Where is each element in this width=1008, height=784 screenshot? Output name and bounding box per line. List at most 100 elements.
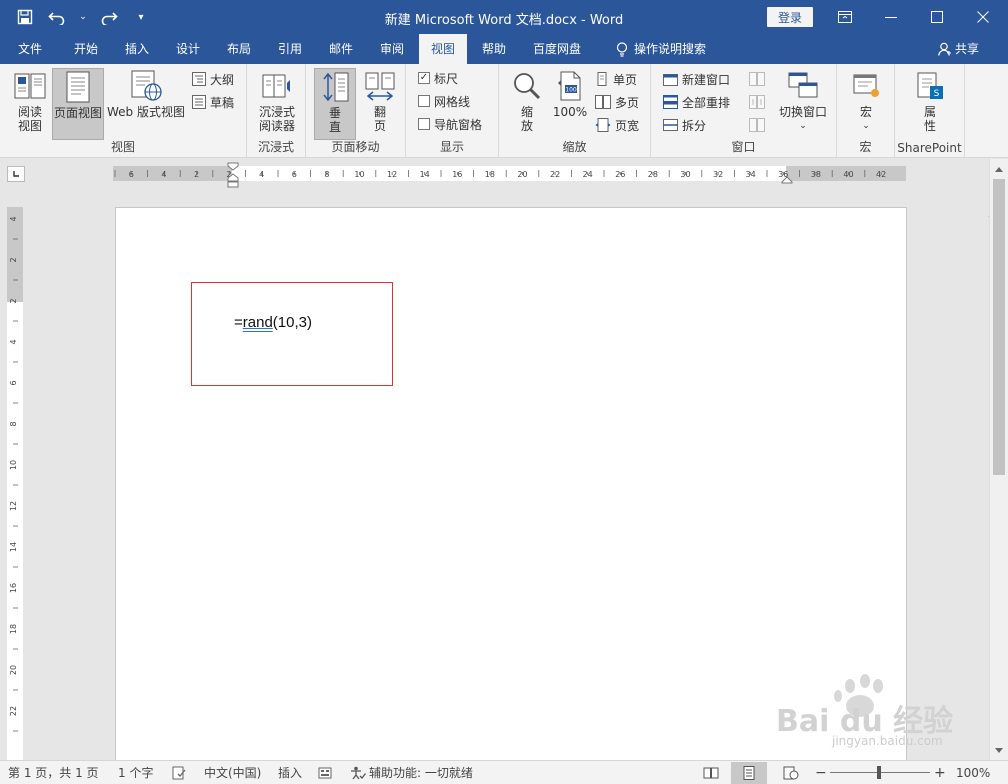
switch-windows-button[interactable]: 切换窗口 ⌄ [775, 68, 831, 138]
tab-selector[interactable] [7, 166, 25, 182]
close-icon[interactable] [960, 0, 1006, 34]
multiple-pages-button[interactable]: 多页 [595, 93, 639, 111]
reset-window-position-icon[interactable] [749, 118, 765, 135]
first-line-indent-marker[interactable] [227, 162, 239, 191]
word-count[interactable]: 1 个字 [118, 765, 153, 781]
document-text-line[interactable]: =rand(10,3) [234, 314, 312, 331]
split-button[interactable]: 拆分 [663, 116, 706, 134]
vertical-ruler[interactable]: 4 2 2 4 6 8 10 12 14 16 18 20 22 [7, 207, 23, 760]
one-page-button[interactable]: 单页 [595, 70, 637, 88]
person-icon [938, 42, 951, 56]
navigation-pane-checkbox[interactable]: 导航窗格 [418, 115, 482, 133]
outline-button[interactable]: 大纲 [192, 70, 234, 88]
web-layout-status-icon[interactable] [783, 765, 799, 781]
undo-icon[interactable] [46, 6, 68, 28]
tab-mailings[interactable]: 邮件 [317, 34, 365, 64]
tab-help[interactable]: 帮助 [470, 34, 518, 64]
macros-button[interactable]: 宏 ⌄ [846, 68, 886, 138]
minimize-icon[interactable] [868, 0, 914, 34]
print-layout-button[interactable]: 页面视图 [52, 68, 104, 140]
synchronous-scrolling-icon[interactable] [749, 95, 765, 112]
macros-label: 宏 [859, 105, 872, 119]
zoom-slider-thumb[interactable] [877, 766, 881, 779]
share-label: 共享 [955, 42, 980, 56]
vruler-label: 18 [9, 624, 18, 634]
tab-baidu-netdisk[interactable]: 百度网盘 [524, 34, 590, 64]
zoom-out-button[interactable]: − [815, 765, 827, 781]
ribbon-display-options-icon[interactable] [822, 0, 868, 34]
ruler-label: 标尺 [434, 71, 459, 86]
zoom-in-button[interactable]: + [934, 765, 946, 781]
gridlines-label: 网格线 [434, 94, 471, 109]
navigation-pane-label: 导航窗格 [434, 117, 483, 132]
page-count[interactable]: 第 1 页，共 1 页 [8, 765, 99, 781]
vruler-label: 2 [9, 298, 18, 303]
language[interactable]: 中文(中国) [204, 765, 261, 781]
new-window-button[interactable]: 新建窗口 [663, 70, 730, 88]
document-page[interactable]: =rand(10,3) [115, 207, 907, 760]
insert-mode[interactable]: 插入 [278, 765, 302, 781]
web-layout-button[interactable]: Web 版式视图 [106, 68, 186, 136]
tab-design[interactable]: 设计 [164, 34, 212, 64]
vertical-button[interactable]: 垂 直 [314, 68, 356, 140]
view-side-by-side-icon[interactable] [749, 72, 765, 89]
group-label-views: 视图 [110, 140, 135, 154]
scroll-down-icon[interactable] [990, 743, 1008, 759]
vruler-label: 2 [9, 257, 18, 262]
read-mode-status-icon[interactable] [703, 765, 719, 781]
arrange-all-button[interactable]: 全部重排 [663, 93, 730, 111]
draft-label: 草稿 [210, 95, 235, 110]
zoom-button[interactable]: 缩 放 [507, 68, 547, 138]
tab-review[interactable]: 审阅 [368, 34, 416, 64]
right-indent-marker[interactable] [781, 172, 793, 187]
scrollbar-thumb[interactable] [993, 179, 1005, 475]
svg-text:S: S [934, 89, 940, 99]
read-mode-button[interactable]: 阅读 视图 [10, 68, 50, 136]
print-layout-status-icon[interactable] [731, 762, 767, 784]
group-views: 阅读 视图 页面视图 Web 版式视图 大纲 草稿 视图 [0, 64, 247, 158]
status-bar: 第 1 页，共 1 页 1 个字 中文(中国) 插入 辅助功能: 一切就绪 − … [0, 760, 1008, 784]
zoom-100-button[interactable]: 100 100% [549, 68, 591, 124]
gridlines-checkbox[interactable]: 网格线 [418, 92, 470, 110]
immersive-reader-label: 沉浸式 阅读器 [258, 105, 295, 133]
undo-dropdown-icon[interactable]: ⌄ [78, 6, 88, 28]
ribbon: 阅读 视图 页面视图 Web 版式视图 大纲 草稿 视图 沉浸式 阅读器 沉浸式… [0, 64, 1008, 218]
group-show: ✓ 标尺 网格线 导航窗格 显示 [406, 64, 499, 158]
side-to-side-button[interactable]: 翻 页 [360, 68, 400, 138]
tab-view[interactable]: 视图 [419, 34, 467, 64]
save-icon[interactable] [14, 6, 36, 28]
macro-record-icon[interactable] [318, 765, 332, 781]
web-layout-label: Web 版式视图 [107, 105, 185, 119]
customize-qat-icon[interactable]: ▾ [130, 6, 152, 28]
page-width-label: 页宽 [615, 118, 640, 133]
lightbulb-icon [616, 41, 628, 57]
ruler-checkbox[interactable]: ✓ 标尺 [418, 69, 458, 87]
maximize-icon[interactable] [914, 0, 960, 34]
tab-file[interactable]: 文件 [8, 34, 52, 64]
page-width-button[interactable]: 页宽 [595, 116, 639, 134]
immersive-reader-button[interactable]: 沉浸式 阅读器 [253, 68, 301, 138]
document-area[interactable]: =rand(10,3) [32, 189, 988, 760]
group-label-zoom: 缩放 [562, 140, 587, 154]
proofing-icon[interactable] [172, 765, 186, 781]
draft-icon [192, 95, 206, 109]
properties-button[interactable]: S 属 性 [910, 68, 950, 138]
switch-windows-label: 切换窗口 [778, 105, 827, 119]
tab-home[interactable]: 开始 [62, 34, 110, 64]
tell-me-label: 操作说明搜索 [633, 42, 706, 56]
tab-layout[interactable]: 布局 [215, 34, 263, 64]
vertical-scrollbar[interactable] [989, 159, 1008, 760]
multiple-pages-label: 多页 [615, 95, 640, 110]
draft-button[interactable]: 草稿 [192, 93, 234, 111]
new-window-icon [663, 74, 678, 86]
accessibility-status[interactable]: 辅助功能: 一切就绪 [350, 765, 473, 781]
vruler-label: 20 [9, 665, 18, 675]
share-button[interactable]: 共享 [938, 34, 979, 64]
scroll-up-icon[interactable] [990, 161, 1008, 177]
zoom-level[interactable]: 100% [956, 765, 990, 781]
tab-references[interactable]: 引用 [266, 34, 314, 64]
tell-me-search[interactable]: 操作说明搜索 [602, 34, 720, 64]
login-button[interactable]: 登录 [767, 7, 813, 27]
redo-icon[interactable] [98, 6, 120, 28]
tab-insert[interactable]: 插入 [113, 34, 161, 64]
